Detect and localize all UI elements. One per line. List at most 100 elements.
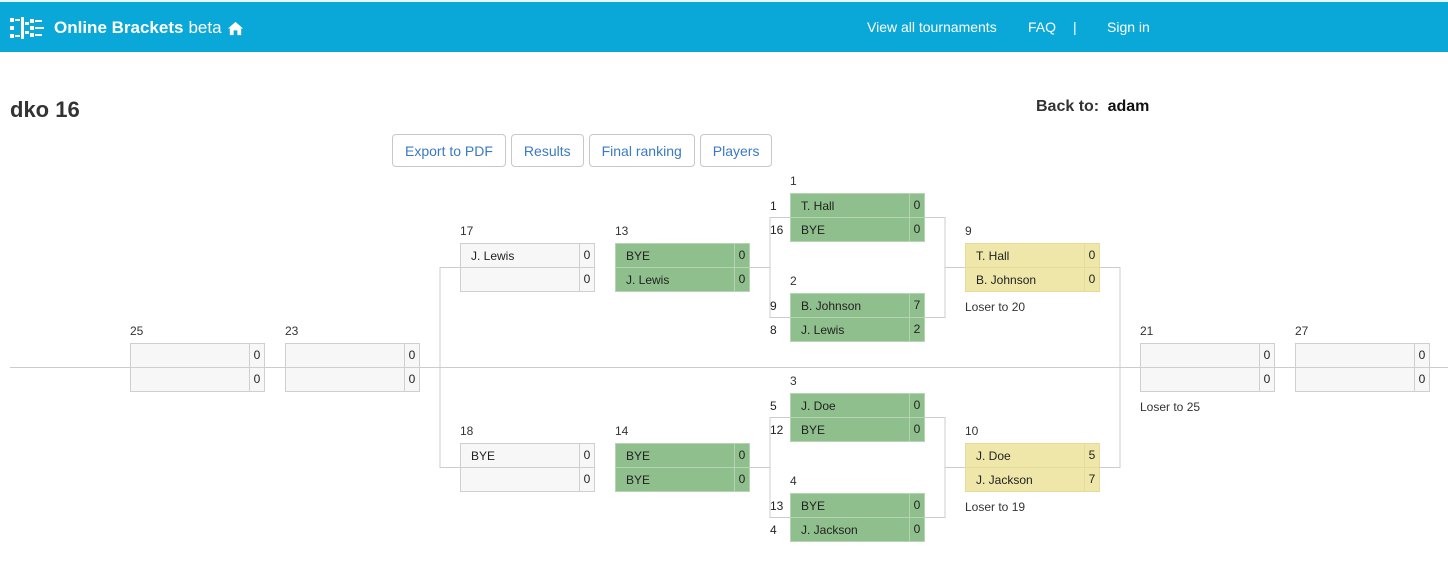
match-number: 1 [790,174,797,188]
match-slot[interactable]: J. Lewis 0 [460,243,595,268]
match-slot[interactable]: J. Jackson 7 [965,467,1100,492]
match-13[interactable]: 13 BYE 0 J. Lewis 0 [615,224,750,292]
match-3[interactable]: 3 5 J. Doe 0 12 BYE 0 [770,374,925,442]
player-name: T. Hall [801,199,835,213]
match-slot[interactable]: 0 [460,467,595,492]
match-slot[interactable]: 13 BYE 0 [770,493,925,518]
player-name: J. Lewis [626,273,670,287]
match-17[interactable]: 17 J. Lewis 0 0 [460,224,595,292]
seed: 1 [770,199,777,213]
player-score: 0 [909,394,924,417]
player-score: 0 [404,368,419,391]
match-number: 21 [1140,324,1154,338]
match-number: 18 [460,424,474,438]
match-slot[interactable]: BYE 0 [615,243,750,268]
player-score: 5 [1084,444,1099,467]
player-name: BYE [471,449,496,463]
match-slot[interactable]: 16 BYE 0 [770,217,925,242]
match-number: 25 [130,324,144,338]
player-score: 0 [734,444,749,467]
match-number: 3 [790,374,797,388]
match-25[interactable]: 25 0 0 [130,324,265,392]
seed: 4 [770,523,777,537]
match-slot[interactable]: BYE 0 [460,443,595,468]
match-23[interactable]: 23 0 0 [285,324,420,392]
player-score: 0 [909,218,924,241]
match-14[interactable]: 14 BYE 0 BYE 0 [615,424,750,492]
player-score: 0 [579,268,594,291]
match-slot[interactable]: T. Hall 0 [965,243,1100,268]
player-score: 0 [909,518,924,541]
player-score: 0 [249,368,264,391]
seed: 13 [770,499,784,513]
match-4[interactable]: 4 13 BYE 0 4 J. Jackson 0 [770,474,925,542]
player-name: BYE [626,449,651,463]
match-2[interactable]: 2 9 B. Johnson 7 8 J. Lewis 2 [770,274,925,342]
match-slot[interactable]: 8 J. Lewis 2 [770,317,925,342]
player-score: 0 [1414,344,1429,367]
loser-note: Loser to 25 [1140,400,1201,414]
connector-1-9 [925,217,965,268]
match-number: 17 [460,224,474,238]
player-name: BYE [801,223,826,237]
match-slot[interactable]: BYE 0 [615,467,750,492]
match-slot[interactable]: 9 B. Johnson 7 [770,293,925,318]
match-number: 27 [1295,324,1309,338]
match-slot[interactable]: 0 [130,343,265,368]
player-score: 7 [909,294,924,317]
player-score: 0 [579,444,594,467]
match-number: 13 [615,224,629,238]
match-number: 9 [965,224,972,238]
match-slot[interactable]: 0 [1140,343,1275,368]
match-slot[interactable]: 0 [285,343,420,368]
player-score: 2 [909,318,924,341]
match-1[interactable]: 1 1 T. Hall 0 16 BYE 0 [770,174,925,242]
match-number: 10 [965,424,979,438]
player-score: 0 [1259,368,1274,391]
match-21[interactable]: 21 0 0 Loser to 25 [1140,324,1275,414]
player-score: 0 [249,344,264,367]
connector-4-10 [925,467,946,518]
match-slot[interactable]: 0 [460,267,595,292]
player-name: T. Hall [976,249,1010,263]
match-slot[interactable]: J. Doe 5 [965,443,1100,468]
match-slot[interactable]: 0 [130,367,265,392]
loser-note: Loser to 19 [965,500,1026,514]
match-slot[interactable]: 0 [285,367,420,392]
seed: 8 [770,323,777,337]
seed: 12 [770,423,784,437]
match-slot[interactable]: 0 [1295,367,1430,392]
match-slot[interactable]: 12 BYE 0 [770,417,925,442]
player-name: J. Jackson [976,473,1033,487]
player-name: BYE [626,473,651,487]
player-name: BYE [801,499,826,513]
match-slot[interactable]: B. Johnson 0 [965,267,1100,292]
match-10[interactable]: 10 J. Doe 5 J. Jackson 7 Loser to 19 [965,424,1100,514]
match-slot[interactable]: 0 [1140,367,1275,392]
player-score: 0 [579,244,594,267]
player-score: 0 [734,468,749,491]
match-slot[interactable]: 5 J. Doe 0 [770,393,925,418]
match-slot[interactable]: BYE 0 [615,443,750,468]
match-number: 2 [790,274,797,288]
match-slot[interactable]: J. Lewis 0 [615,267,750,292]
match-18[interactable]: 18 BYE 0 0 [460,424,595,492]
player-score: 0 [1084,268,1099,291]
match-number: 23 [285,324,299,338]
player-score: 0 [909,418,924,441]
player-name: J. Lewis [471,249,515,263]
match-27[interactable]: 27 0 0 [1295,324,1430,392]
match-slot[interactable]: 0 [1295,343,1430,368]
player-name: B. Johnson [976,273,1037,287]
match-9[interactable]: 9 T. Hall 0 B. Johnson 0 Loser to 20 [965,224,1100,314]
seed: 9 [770,299,777,313]
player-name: BYE [626,249,651,263]
player-name: B. Johnson [801,299,862,313]
match-slot[interactable]: 4 J. Jackson 0 [770,517,925,542]
seed: 16 [770,223,784,237]
player-score: 7 [1084,468,1099,491]
player-score: 0 [404,344,419,367]
connector-2-9 [925,267,946,318]
match-slot[interactable]: 1 T. Hall 0 [770,193,925,218]
player-name: J. Doe [801,399,836,413]
